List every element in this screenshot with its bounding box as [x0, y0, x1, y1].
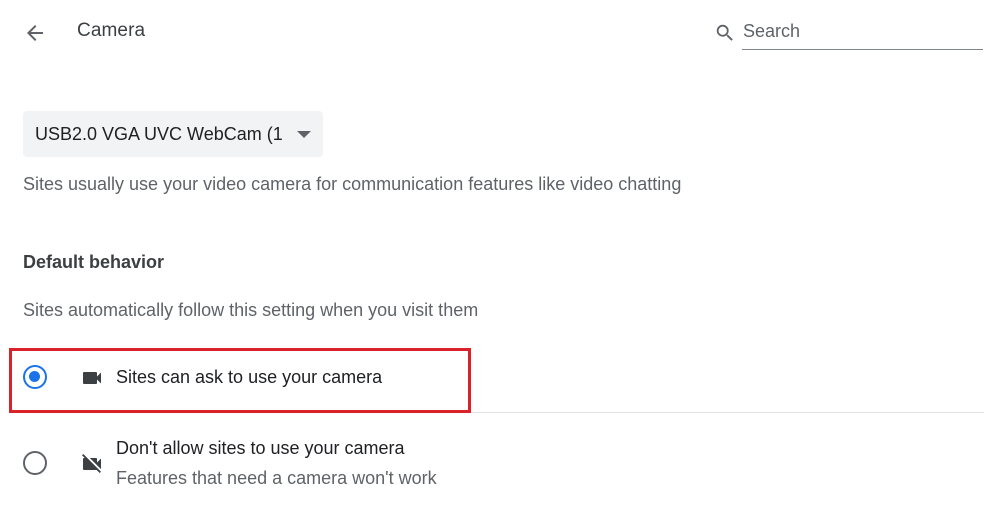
- option-allow-ask[interactable]: Sites can ask to use your camera: [0, 350, 984, 412]
- camera-device-select-value: USB2.0 VGA UVC WebCam (1: [35, 123, 283, 144]
- videocam-icon: [83, 372, 101, 384]
- radio-allow-ask[interactable]: [23, 365, 47, 389]
- search-icon[interactable]: [714, 22, 736, 44]
- default-behavior-subheading: Sites automatically follow this setting …: [23, 300, 479, 320]
- option-block-label: Don't allow sites to use your camera: [116, 438, 405, 458]
- videocam-off-icon: [82, 454, 101, 473]
- camera-device-select[interactable]: USB2.0 VGA UVC WebCam (1: [23, 111, 323, 157]
- option-block-sublabel: Features that need a camera won't work: [116, 468, 437, 488]
- radio-block[interactable]: [23, 451, 47, 475]
- arrow-left-icon: [27, 25, 43, 41]
- default-behavior-heading: Default behavior: [23, 252, 165, 272]
- dropdown-arrow-icon: [297, 131, 311, 138]
- back-button[interactable]: [18, 16, 52, 50]
- page-title: Camera: [77, 20, 146, 41]
- search-input[interactable]: [742, 14, 983, 50]
- option-allow-ask-label: Sites can ask to use your camera: [116, 367, 383, 387]
- option-block[interactable]: Don't allow sites to use your camera Fea…: [0, 413, 984, 513]
- camera-settings-page: Camera USB2.0 VGA UVC WebCam (1 Sites us…: [0, 0, 1003, 529]
- camera-description: Sites usually use your video camera for …: [23, 174, 682, 194]
- search-box: [712, 14, 984, 50]
